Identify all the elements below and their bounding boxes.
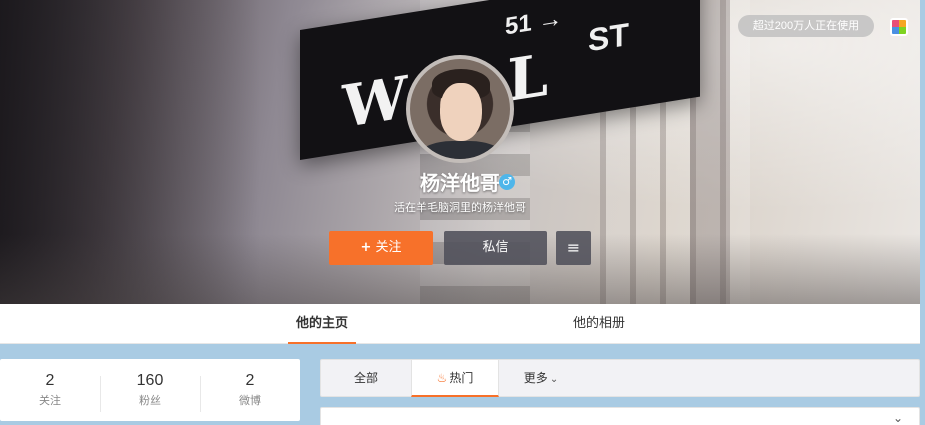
street-sign-number: 51 → [505,4,563,41]
profile-name-row: 杨洋他哥 [0,167,920,195]
tab-album[interactable]: 他的相册 [562,304,636,344]
stat-followers[interactable]: 160 粉丝 [100,372,200,412]
filter-tab-more-label: 更多 [523,371,548,385]
flame-icon: ♨ [436,371,448,385]
stat-value: 160 [136,372,164,389]
feed-card: ⌄ [320,407,920,425]
message-button[interactable]: 私信 [444,231,547,265]
stat-following[interactable]: 2 关注 [0,372,100,408]
feed-filter-bar: 全部 ♨ 热门 更多 ⌄ [320,359,920,397]
plus-icon: + [360,240,372,255]
stats-card: 2 关注 160 粉丝 2 微博 [0,359,300,421]
stat-label: 关注 [39,394,61,407]
male-gender-icon: ♂ [499,174,515,190]
profile-tab-bar: 他的主页 他的相册 [0,304,920,344]
street-sign-st: ST [588,15,629,59]
message-button-label: 私信 [482,240,509,255]
stat-value: 2 [45,372,55,389]
profile-bio: 活在羊毛脑洞里的杨洋他哥 [394,201,526,214]
hamburger-icon: ≡ [566,238,581,257]
filter-tab-hot[interactable]: ♨ 热门 [411,360,499,397]
stat-value: 2 [245,372,255,389]
stat-label: 粉丝 [139,394,161,407]
follow-button-label: 关注 [375,240,402,255]
avatar-face [440,83,482,141]
filter-tab-hot-label: 热门 [449,371,474,385]
users-count-pill[interactable]: 超过200万人正在使用 [738,15,874,37]
chevron-down-icon: ⌄ [549,374,559,385]
avatar[interactable] [406,55,514,163]
profile-name: 杨洋他哥 [420,170,500,195]
filter-tab-all[interactable]: 全部 [321,360,411,397]
chevron-down-icon[interactable]: ⌄ [893,411,903,425]
more-menu-button[interactable]: ≡ [556,231,591,265]
palette-icon[interactable] [890,18,908,36]
follow-button[interactable]: + 关注 [329,231,433,265]
tab-home[interactable]: 他的主页 [288,304,356,344]
stat-posts[interactable]: 2 微博 [200,372,300,412]
stat-label: 微博 [239,394,261,407]
filter-tab-more[interactable]: 更多 ⌄ [511,360,571,397]
